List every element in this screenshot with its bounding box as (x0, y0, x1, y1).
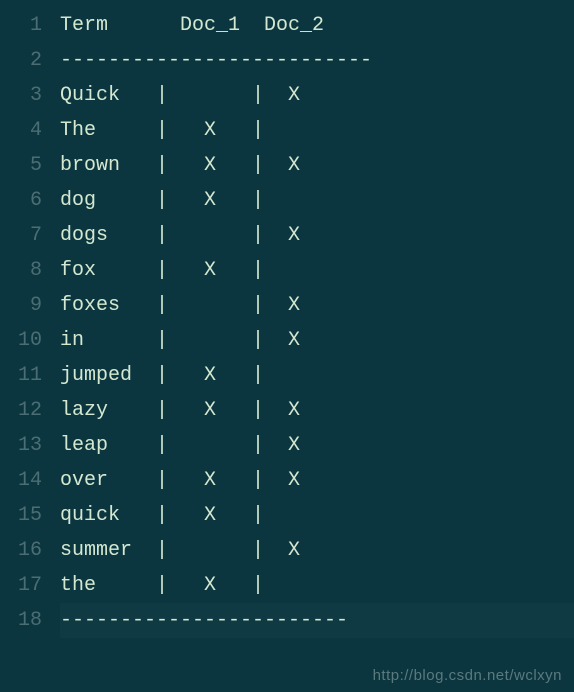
line-number: 5 (0, 148, 42, 183)
separator-top: -------------------------- (60, 43, 574, 78)
line-number: 1 (0, 8, 42, 43)
line-number: 10 (0, 323, 42, 358)
table-row: dog | X | (60, 183, 574, 218)
line-number: 15 (0, 498, 42, 533)
table-row: summer | | X (60, 533, 574, 568)
line-number: 8 (0, 253, 42, 288)
table-row: Quick | | X (60, 78, 574, 113)
table-row: fox | X | (60, 253, 574, 288)
table-row: in | | X (60, 323, 574, 358)
table-row: brown | X | X (60, 148, 574, 183)
line-number: 12 (0, 393, 42, 428)
line-number: 7 (0, 218, 42, 253)
table-row: jumped | X | (60, 358, 574, 393)
table-row: the | X | (60, 568, 574, 603)
line-number: 11 (0, 358, 42, 393)
line-number: 16 (0, 533, 42, 568)
table-row: The | X | (60, 113, 574, 148)
separator-bottom: ------------------------ (60, 603, 574, 638)
line-number-gutter: 1 2 3 4 5 6 7 8 9 10 11 12 13 14 15 16 1… (0, 8, 60, 638)
line-number: 2 (0, 43, 42, 78)
table-row: foxes | | X (60, 288, 574, 323)
table-row: dogs | | X (60, 218, 574, 253)
code-editor: 1 2 3 4 5 6 7 8 9 10 11 12 13 14 15 16 1… (0, 0, 574, 638)
line-number: 9 (0, 288, 42, 323)
line-number: 6 (0, 183, 42, 218)
table-header: Term Doc_1 Doc_2 (60, 8, 574, 43)
table-row: over | X | X (60, 463, 574, 498)
watermark-text: http://blog.csdn.net/wclxyn (373, 667, 562, 684)
line-number: 17 (0, 568, 42, 603)
line-number: 4 (0, 113, 42, 148)
table-row: quick | X | (60, 498, 574, 533)
line-number: 3 (0, 78, 42, 113)
line-number: 13 (0, 428, 42, 463)
table-row: lazy | X | X (60, 393, 574, 428)
line-number: 14 (0, 463, 42, 498)
table-row: leap | | X (60, 428, 574, 463)
line-number: 18 (0, 603, 42, 638)
code-content[interactable]: Term Doc_1 Doc_2 -----------------------… (60, 8, 574, 638)
